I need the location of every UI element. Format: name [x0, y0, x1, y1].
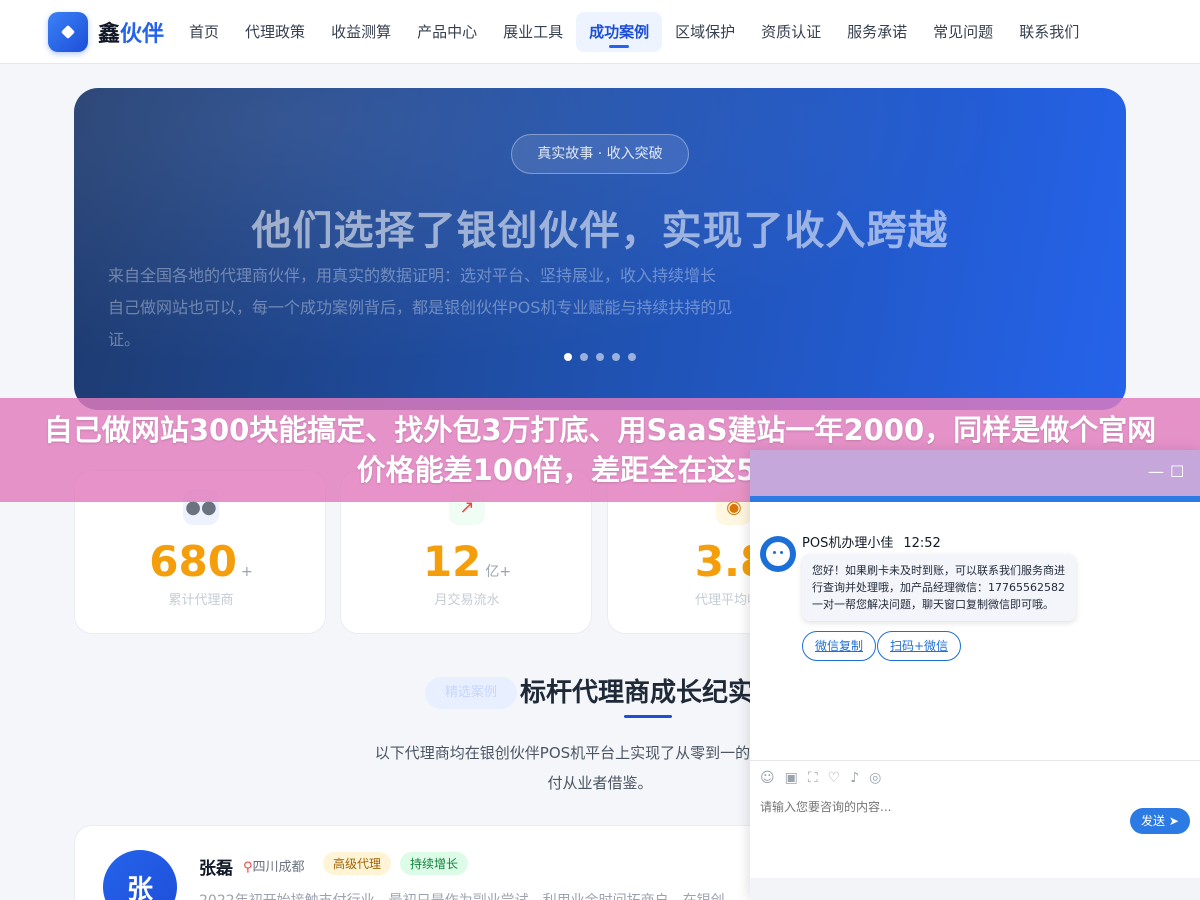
agent-avatar: [760, 536, 796, 572]
maximize-icon[interactable]: ☐: [1170, 462, 1184, 481]
stat-value: 680 +: [149, 537, 253, 586]
screenshot-icon[interactable]: ⛶: [808, 770, 818, 786]
scan-wechat-button[interactable]: 扫码+微信: [877, 631, 962, 661]
nav-menu: 首页 代理政策 收益测算 产品中心 展业工具 成功案例 区域保护 资质认证 服务承诺 常见问题 联系…: [176, 11, 1092, 52]
divider: [750, 760, 1200, 761]
nav-item[interactable]: 常见问题: [920, 12, 1006, 52]
carousel-dots: [564, 353, 636, 361]
hero-banner: 真实故事 · 收入突破 他们选择了银创伙伴，实现了收入跨越 来自全国各地的代理商…: [74, 88, 1126, 410]
location-pin-icon: ⚲: [243, 860, 253, 875]
hero-desc-line: 自己做网站也可以，每一个成功案例背后，都是银创伙伴POS机专业赋能与持续扶持的见…: [108, 298, 733, 349]
nav-item[interactable]: 联系我们: [1006, 12, 1092, 52]
chat-footer: [750, 878, 1200, 900]
stat-value: 12 亿+: [422, 537, 512, 586]
nav-item[interactable]: 资质认证: [748, 12, 834, 52]
chat-header: — ☐: [750, 450, 1200, 502]
stat-label: 月交易流水: [434, 593, 500, 608]
carousel-dot[interactable]: [596, 353, 604, 361]
nav-item[interactable]: 首页: [176, 12, 232, 52]
chat-bubbles-icon[interactable]: ◎: [869, 770, 881, 786]
chat-input[interactable]: [760, 800, 1120, 814]
agent-name: POS机办理小佳: [802, 536, 894, 551]
nav-item[interactable]: 产品中心: [404, 12, 490, 52]
rating-icon[interactable]: ♡: [828, 770, 841, 786]
nav-item[interactable]: 收益测算: [318, 12, 404, 52]
message-meta: POS机办理小佳 12:52: [802, 532, 941, 551]
chat-widget: — ☐ POS机办理小佳 12:52 您好！如果刷卡未及时到账，可以联系我们服务商…: [750, 450, 1200, 900]
carousel-dot[interactable]: [628, 353, 636, 361]
carousel-dot[interactable]: [580, 353, 588, 361]
chat-header-bar: [750, 496, 1200, 502]
section-underline: [624, 715, 672, 718]
carousel-dot[interactable]: [612, 353, 620, 361]
copy-wechat-button[interactable]: 微信复制: [802, 631, 877, 661]
section-tag: 精选案例: [425, 677, 517, 709]
hero-badge: 真实故事 · 收入突破: [511, 134, 689, 174]
section-title: 标杆代理商成长纪实: [520, 678, 755, 708]
brand-name: 鑫伙伴: [98, 21, 165, 47]
nav-item[interactable]: 展业工具: [490, 12, 576, 52]
nav-item[interactable]: 代理政策: [232, 12, 318, 52]
status-badge: 高级代理: [323, 852, 392, 875]
hero-description: 来自全国各地的代理商伙伴，用真实的数据证明：选对平台、坚持展业，收入持续增长 自…: [108, 260, 748, 356]
logo-icon: [48, 11, 88, 52]
hero-title: 他们选择了银创伙伴，实现了收入跨越: [251, 208, 949, 254]
message-bubble: 您好！如果刷卡未及时到账，可以联系我们服务商进行查询并处理哦，加产品经理微信：1…: [802, 554, 1076, 621]
carousel-dot[interactable]: [564, 353, 572, 361]
minimize-icon[interactable]: —: [1148, 462, 1164, 481]
hero-desc-line: 来自全国各地的代理商伙伴，用真实的数据证明：选对平台、坚持展业，收入持续增长: [108, 266, 717, 285]
case-location: ⚲四川成都: [243, 860, 305, 875]
image-icon[interactable]: ▣: [785, 770, 798, 786]
case-name: 张磊: [199, 859, 233, 879]
brand-logo[interactable]: 鑫伙伴: [48, 11, 165, 52]
status-badge: 持续增长: [400, 852, 469, 875]
avatar: 张: [103, 850, 177, 900]
top-navbar: 鑫伙伴 首页 代理政策 收益测算 产品中心 展业工具 成功案例 区域保护 资质认证 服务承诺 常见…: [0, 0, 1200, 64]
case-card[interactable]: 张 张磊 ⚲四川成都 高级代理 持续增长 2022年初开始接触支付行业，最初只是…: [74, 825, 774, 900]
nav-item[interactable]: 成功案例: [576, 11, 663, 52]
send-button[interactable]: 发送 ➤: [1130, 808, 1190, 834]
nav-item[interactable]: 服务承诺: [834, 12, 920, 52]
case-story: 2022年初开始接触支付行业，最初只是作为副业尝试，利用业余时间拓商户，在银创: [199, 890, 759, 900]
nav-item[interactable]: 区域保护: [662, 12, 748, 52]
stat-label: 累计代理商: [168, 593, 234, 608]
audio-icon[interactable]: ♪: [850, 770, 859, 786]
message-time: 12:52: [903, 536, 941, 551]
chat-toolbar: ☺ ▣ ⛶ ♡ ♪ ◎: [760, 770, 881, 786]
send-icon: ➤: [1168, 814, 1179, 828]
emoji-icon[interactable]: ☺: [760, 770, 775, 786]
